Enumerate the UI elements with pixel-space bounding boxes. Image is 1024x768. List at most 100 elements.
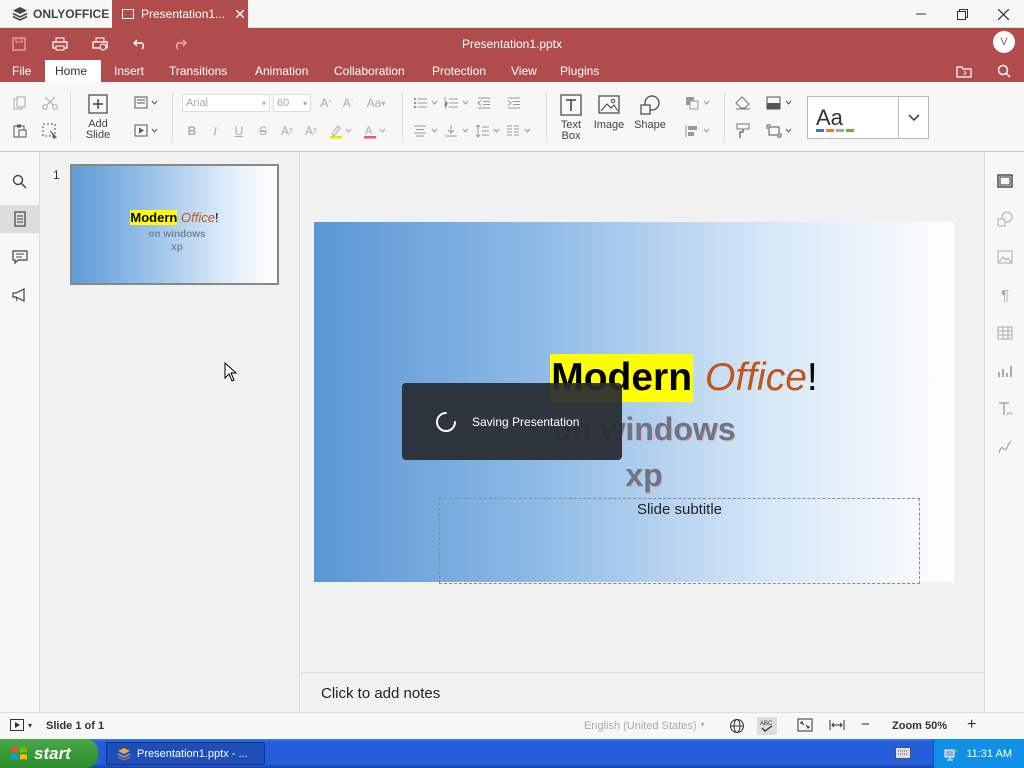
increase-indent-icon[interactable] [504, 94, 524, 112]
change-case-icon[interactable]: Aa ▾ [362, 94, 390, 112]
slide-layout-button[interactable] [132, 94, 160, 112]
image-settings-button[interactable] [985, 243, 1024, 271]
fit-slide-button[interactable] [797, 718, 813, 732]
start-button[interactable]: start [0, 739, 98, 768]
select-all-icon[interactable] [40, 122, 60, 140]
print-button[interactable] [48, 34, 72, 54]
open-file-location-button[interactable] [952, 61, 976, 81]
theme-gallery[interactable]: Aa [807, 96, 899, 139]
windows-logo-icon [11, 746, 27, 760]
minimize-icon [916, 13, 926, 15]
line-spacing-button[interactable] [474, 122, 502, 140]
arrange-icon [686, 97, 710, 110]
text-art-settings-button[interactable] [985, 395, 1024, 423]
close-window-button[interactable] [989, 4, 1017, 24]
chart-settings-button[interactable] [985, 357, 1024, 385]
columns-button[interactable] [505, 122, 533, 140]
signature-settings-button[interactable] [985, 433, 1024, 461]
arrange-button[interactable] [684, 94, 712, 112]
text-box-button[interactable]: Text Box [553, 94, 589, 142]
close-tab-icon[interactable]: ✕ [232, 6, 248, 23]
start-slideshow-button[interactable] [132, 122, 160, 140]
chart-icon [998, 366, 1012, 377]
superscript-icon[interactable]: A2 [277, 122, 297, 140]
table-settings-button[interactable] [985, 319, 1024, 347]
document-tab[interactable]: Presentation1.... ✕ [112, 0, 248, 28]
theme-dropdown-button[interactable] [899, 96, 929, 139]
decrease-font-icon[interactable]: Aˇ [338, 94, 358, 112]
bullets-button[interactable] [412, 94, 440, 112]
menu-insert[interactable]: Insert [114, 60, 144, 82]
save-button[interactable] [7, 34, 31, 54]
onlyoffice-logo[interactable]: ONLYOFFICE [12, 6, 109, 22]
notes-panel[interactable]: Click to add notes [301, 672, 984, 712]
copy-style-icon[interactable] [733, 122, 753, 140]
font-name-select[interactable]: Arial ▾ [182, 94, 270, 112]
doc-language-button[interactable] [729, 718, 745, 734]
menu-home[interactable]: Home [45, 60, 101, 82]
undo-button[interactable] [128, 34, 152, 54]
zoom-in-icon[interactable]: + [967, 717, 976, 733]
menu-view[interactable]: View [511, 60, 537, 82]
slide-background-button[interactable] [765, 94, 795, 112]
comments-button[interactable] [0, 243, 39, 271]
increase-font-icon[interactable]: A ^ [316, 94, 336, 112]
restore-button[interactable] [948, 4, 976, 24]
slides-panel-button[interactable] [0, 205, 39, 233]
italic-icon[interactable]: I [205, 122, 225, 140]
slide-settings-button[interactable] [985, 167, 1024, 195]
shape-settings-button[interactable] [985, 205, 1024, 233]
status-bar: ▾ Slide 1 of 1 English (United States) ▾… [0, 712, 1024, 739]
window-title: Presentation1.pptx [461, 37, 563, 51]
subtitle-placeholder[interactable]: Slide subtitle [439, 498, 920, 584]
language-select[interactable]: English (United States) ▾ [584, 720, 705, 732]
font-color-button[interactable]: A [360, 122, 388, 140]
clear-style-icon[interactable] [733, 94, 753, 112]
paste-icon[interactable] [10, 122, 30, 140]
font-size-select[interactable]: 60 ▾ [273, 94, 311, 112]
menu-plugins[interactable]: Plugins [560, 60, 599, 82]
vertical-align-button[interactable] [443, 122, 471, 140]
paragraph-settings-button[interactable]: ¶ [985, 281, 1024, 309]
decrease-indent-icon[interactable] [474, 94, 494, 112]
slide-thumbnail[interactable]: Modern Office! on windows xp [70, 164, 279, 285]
quick-print-button[interactable] [88, 34, 112, 54]
strikethrough-icon[interactable]: S [253, 122, 273, 140]
fit-width-button[interactable] [829, 718, 845, 732]
menu-collaboration[interactable]: Collaboration [334, 60, 405, 82]
subscript-icon[interactable]: A2 [301, 122, 321, 140]
bold-icon[interactable]: B [182, 122, 202, 140]
keyboard-icon[interactable] [895, 747, 911, 759]
network-icon[interactable] [944, 747, 959, 761]
slideshow-start-button[interactable]: ▾ [10, 719, 32, 731]
clock[interactable]: 11:31 AM [966, 748, 1012, 760]
menu-animation[interactable]: Animation [255, 60, 308, 82]
image-button[interactable]: Image [593, 94, 625, 131]
highlight-color-button[interactable] [326, 122, 354, 140]
horizontal-align-button[interactable] [412, 122, 440, 140]
menu-file[interactable]: File [12, 60, 31, 82]
globe-icon [730, 719, 744, 733]
slide-size-button[interactable] [765, 122, 795, 140]
find-button[interactable] [0, 167, 39, 195]
numbering-button[interactable] [443, 94, 471, 112]
add-slide-button[interactable]: Add Slide [80, 94, 116, 141]
spellcheck-button[interactable]: ABC [757, 717, 777, 735]
text-box-label-2: Box [561, 130, 581, 142]
underline-icon[interactable]: U [229, 122, 249, 140]
search-button[interactable] [992, 61, 1016, 81]
menu-transitions[interactable]: Transitions [169, 60, 227, 82]
minimize-button[interactable] [907, 4, 935, 24]
menu-protection[interactable]: Protection [432, 60, 486, 82]
zoom-out-icon[interactable]: − [861, 717, 870, 732]
shape-button[interactable]: Shape [632, 94, 668, 131]
user-avatar[interactable]: V [993, 31, 1015, 53]
taskbar-item-presentation[interactable]: Presentation1.pptx - ... [106, 742, 265, 765]
redo-button[interactable] [168, 34, 192, 54]
image-icon [598, 95, 620, 114]
cut-icon[interactable] [40, 94, 60, 112]
feedback-button[interactable] [0, 281, 39, 309]
align-shapes-button[interactable] [684, 122, 712, 140]
thumbnail-title-highlight: Modern [130, 210, 178, 225]
copy-icon[interactable] [10, 94, 30, 112]
